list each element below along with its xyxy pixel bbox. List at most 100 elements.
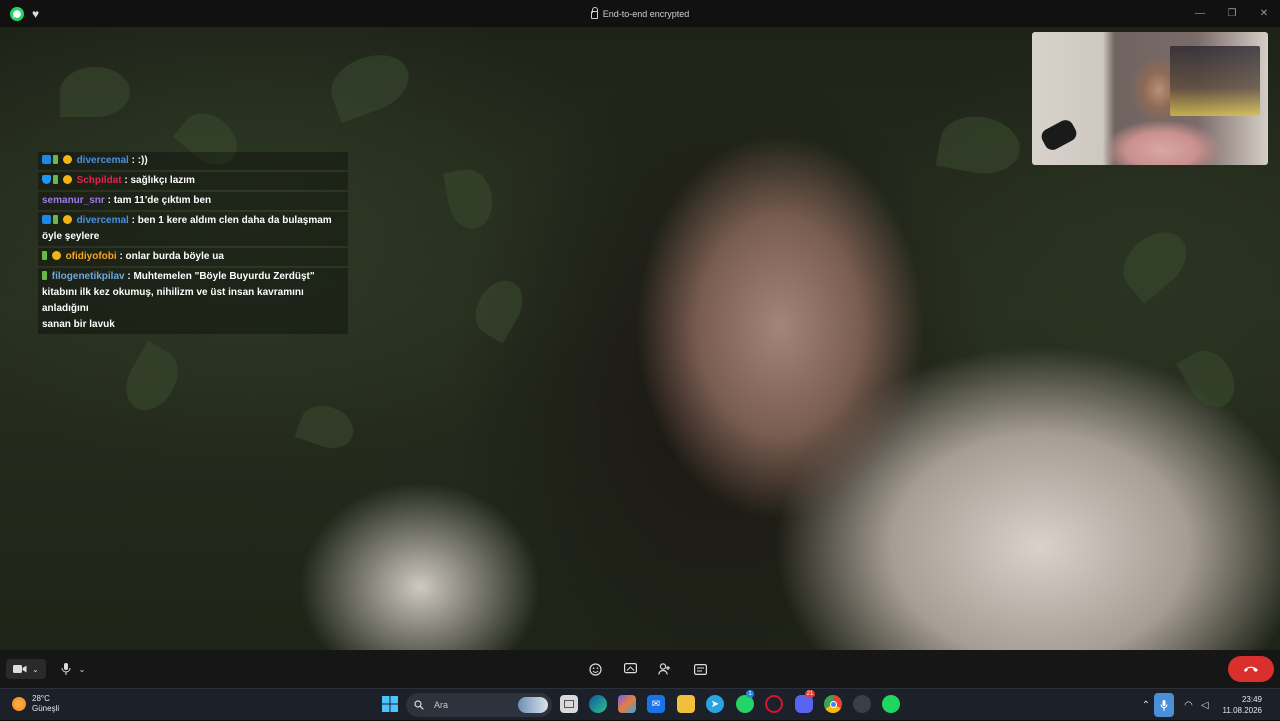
- weather-widget[interactable]: 28°C Güneşli: [12, 694, 59, 714]
- title-bar-left: ♥: [0, 6, 39, 21]
- chat-message: divercemal : ben 1 kere aldım clen daha …: [38, 212, 348, 246]
- microphone-toggle-button[interactable]: ⌄: [54, 659, 92, 679]
- chat-message: filogenetikpilav : Muhtemelen "Böyle Buy…: [38, 268, 348, 334]
- chat-username: ofidiyofobi: [65, 251, 117, 262]
- add-participant-button[interactable]: [654, 659, 676, 679]
- leaf-badge-icon: [53, 155, 58, 164]
- copilot-app[interactable]: [618, 695, 636, 713]
- gold-badge-icon: [51, 251, 61, 260]
- chat-message: ofidiyofobi : onlar burda böyle ua: [38, 248, 348, 266]
- task-view-button[interactable]: [560, 695, 578, 713]
- gold-badge-icon: [62, 215, 72, 224]
- gem-icon: [42, 175, 51, 184]
- emoji-icon: [588, 662, 602, 676]
- chat-username: filogenetikpilav: [51, 271, 125, 282]
- system-clock[interactable]: 23:49 11.08.2026: [1223, 694, 1262, 716]
- leaf-badge-icon: [42, 251, 47, 260]
- mail-icon: ✉: [651, 698, 661, 710]
- clock-date: 11.08.2026: [1222, 706, 1262, 715]
- chat-text: : ben 1 kere aldım clen daha da bulaşmam: [128, 215, 332, 226]
- chat-username: divercemal: [76, 215, 129, 226]
- chevron-down-icon[interactable]: ⌄: [32, 665, 39, 674]
- obs-app[interactable]: [853, 695, 871, 713]
- discord-app[interactable]: 21: [795, 690, 815, 713]
- whatsapp-logo-icon: [10, 6, 24, 21]
- background-shelf: [1170, 46, 1260, 116]
- chrome-app[interactable]: [824, 695, 842, 713]
- volume-icon[interactable]: ◁: [1201, 700, 1209, 711]
- foliage-shape: [116, 340, 188, 420]
- chat-username: semanur_snr: [42, 195, 105, 206]
- prime-icon: [42, 155, 51, 164]
- chat-text: : tam 11'de çıktım ben: [104, 195, 212, 206]
- minimize-button[interactable]: —: [1184, 0, 1216, 27]
- search-icon: [414, 700, 424, 710]
- screen-share-icon: [623, 663, 637, 674]
- chat-text: : Muhtemelen "Böyle Buyurdu Zerdüşt": [124, 271, 315, 282]
- search-highlight-image: [518, 697, 548, 713]
- close-button[interactable]: ✕: [1248, 0, 1280, 27]
- chat-message: divercemal : :)): [38, 152, 348, 170]
- outlook-app[interactable]: ✉: [647, 695, 665, 713]
- windows-logo-icon: [382, 696, 398, 712]
- search-placeholder: Ara: [434, 700, 449, 710]
- encryption-notice: End-to-end encrypted: [0, 0, 1280, 27]
- telegram-icon: ➤: [710, 698, 720, 710]
- sun-icon: [12, 697, 26, 711]
- chat-text: : :)): [128, 155, 148, 166]
- gold-badge-icon: [62, 175, 72, 184]
- add-person-icon: [658, 663, 670, 675]
- chevron-up-icon[interactable]: ⌃: [1142, 700, 1150, 711]
- lock-icon: [590, 6, 599, 19]
- microphone-icon: [1160, 699, 1168, 711]
- window-title-bar: ♥ End-to-end encrypted — ❐ ✕: [0, 0, 1280, 27]
- more-options-button[interactable]: [689, 659, 711, 679]
- chat-text: : sağlıkçı lazım: [121, 175, 195, 186]
- chrome-icon: [829, 700, 837, 708]
- chat-line: filogenetikpilav : Muhtemelen "Böyle Buy…: [42, 269, 344, 285]
- foliage-shape: [1112, 220, 1198, 304]
- whatsapp-app[interactable]: 1: [736, 690, 754, 713]
- clock-time: 23:49: [1241, 695, 1262, 704]
- telegram-app[interactable]: ➤: [706, 695, 724, 713]
- screen-share-button[interactable]: [619, 659, 641, 679]
- edge-browser-app[interactable]: [589, 695, 607, 713]
- foliage-shape: [1175, 342, 1245, 416]
- taskbar-search-box[interactable]: Ara: [406, 693, 552, 717]
- windows-taskbar: 28°C Güneşli Ara ✉ ➤ 1 21 ⌃ ◠ ◁ 23:49 11…: [0, 688, 1280, 720]
- wifi-icon[interactable]: ◠: [1184, 700, 1193, 711]
- weather-temperature: 28°C: [32, 694, 50, 703]
- call-controls-bar: ⌄ ⌄: [0, 650, 1280, 688]
- foliage-shape: [294, 398, 360, 456]
- gold-badge-icon: [62, 155, 72, 164]
- maximize-button[interactable]: ❐: [1216, 0, 1248, 27]
- video-camera-icon: [13, 665, 27, 673]
- chat-line: divercemal : ben 1 kere aldım clen daha …: [42, 213, 344, 229]
- weather-description: Güneşli: [32, 704, 60, 713]
- chat-continuation: öyle şeylere: [42, 231, 100, 242]
- chevron-down-icon[interactable]: ⌄: [79, 665, 86, 674]
- chat-message: semanur_snr : tam 11'de çıktım ben: [38, 192, 348, 210]
- file-explorer-app[interactable]: [677, 695, 695, 713]
- favorite-heart-icon[interactable]: ♥: [32, 8, 39, 20]
- chat-continuation: kitabını ilk kez okumuş, nihilizm ve üst…: [42, 287, 304, 314]
- foliage-shape: [443, 165, 497, 233]
- weather-text: 28°C Güneşli: [32, 694, 59, 714]
- chat-text: : onlar burda böyle ua: [116, 251, 224, 262]
- spotify-app[interactable]: [882, 695, 900, 713]
- podcast-microphone: [1038, 117, 1080, 153]
- foliage-shape: [323, 44, 417, 124]
- end-call-button[interactable]: [1228, 656, 1274, 682]
- mic-in-use-indicator[interactable]: [1154, 693, 1175, 717]
- self-view-video[interactable]: [1032, 32, 1268, 165]
- emoji-button[interactable]: [584, 659, 606, 679]
- window-controls: — ❐ ✕: [1184, 0, 1280, 27]
- opera-app[interactable]: [765, 695, 783, 713]
- start-button[interactable]: [381, 695, 399, 713]
- chat-message: Schpildat : sağlıkçı lazım: [38, 172, 348, 190]
- camera-toggle-button[interactable]: ⌄: [6, 659, 46, 679]
- leaf-badge-icon: [53, 175, 58, 184]
- leaf-badge-icon: [53, 215, 58, 224]
- prime-icon: [42, 215, 51, 224]
- whatsapp-notification-badge: 1: [746, 690, 754, 698]
